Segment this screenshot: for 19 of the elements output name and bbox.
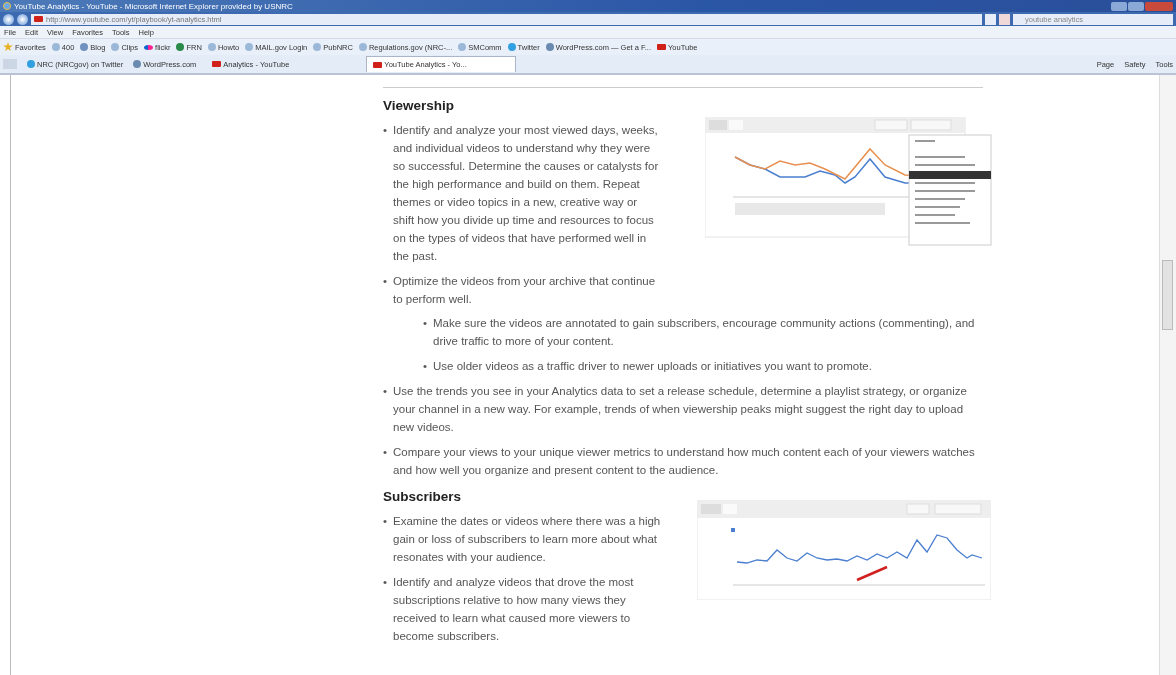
bullet-text: Use the trends you see in your Analytics data to set a release schedule, determine a playlist strategy, or organize your channel in a new way. For example, trends of when viewership peaks might suggest the right day to upload new videos. [393, 384, 968, 435]
bullet: • [423, 316, 428, 331]
bullet-text: Identify and analyze videos that drove the most subscriptions relative to how many views they received to learn what caused more viewers to become subscribers. [393, 575, 635, 644]
bullet-text: Compare your views to your unique viewer metrics to understand how much content each of your viewers watches and how well you organize and present content to the audience. [393, 445, 976, 478]
bullet-text: Identify and analyze your most viewed days, weeks, and individual videos to understand why they were so successful. Determine the causes or catalysts for the high performance and build on them. Repeat themes or video topics in a new, creative way or shift how you divide up time and resources to focus on the types of videos that have performed well in the past. [393, 123, 660, 264]
bullet-text: Optimize the videos from your archive that continue to perform well. [393, 274, 657, 307]
bullet: • [383, 123, 388, 138]
bullet: • [383, 575, 388, 590]
bullet: • [423, 359, 428, 374]
bullet: • [383, 274, 388, 289]
bullet-text: Examine the dates or videos where there was a high gain or loss of subscribers to learn more about what resonates with your audience. [393, 514, 661, 565]
bullet-text: Make sure the videos are annotated to gain subscribers, encourage community actions (commenting), and drive traffic to more of your content. [433, 316, 976, 349]
bullet: • [383, 445, 388, 460]
window-title: YouTube Analytics - YouTube - Microsoft Internet Explorer provided by USNRC [14, 1, 293, 11]
bullet-text: Use older videos as a traffic driver to newer uploads or initiatives you want to promote. [433, 359, 873, 374]
bullet: • [383, 514, 388, 529]
bullet: • [383, 384, 388, 399]
section-heading: Viewership [383, 98, 456, 113]
section-heading: Subscribers [383, 489, 463, 504]
